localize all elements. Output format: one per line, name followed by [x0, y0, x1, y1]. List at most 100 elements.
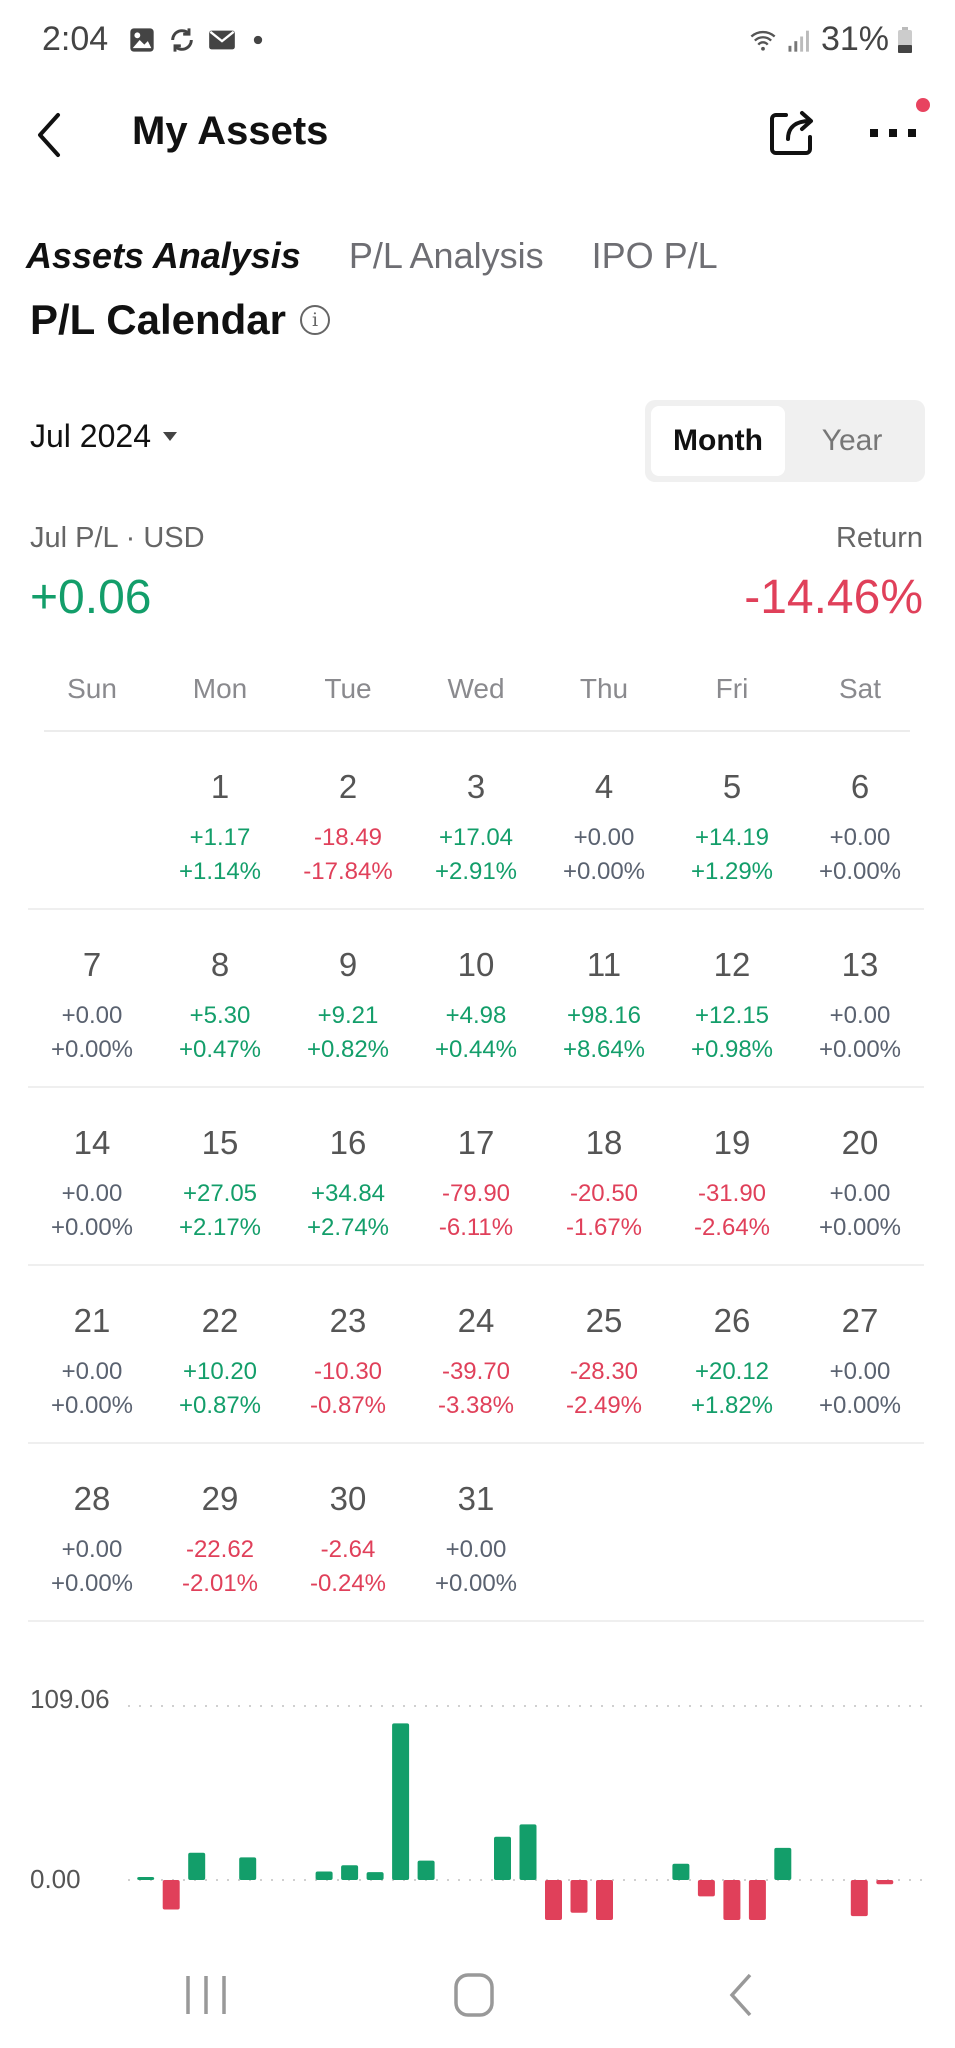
- chart-bar: [137, 1877, 155, 1880]
- day-pl-amount: -2.64: [320, 1536, 376, 1563]
- chart-bar: [545, 1880, 562, 1920]
- day-pl-percent: +0.00%: [50, 1214, 134, 1241]
- day-number: 9: [338, 946, 358, 983]
- calendar-day-cell[interactable]: 9 +9.21 +0.82%: [284, 910, 412, 1086]
- weekday-sat: Sat: [838, 673, 882, 704]
- calendar-day-cell[interactable]: 31 +0.00 +0.00%: [412, 1444, 540, 1620]
- more-icon[interactable]: [866, 113, 920, 153]
- day-pl-percent: +1.82%: [690, 1392, 774, 1419]
- wifi-icon: [750, 30, 776, 51]
- day-pl-percent: +1.14%: [178, 858, 262, 885]
- calendar-day-cell[interactable]: 14 +0.00 +0.00%: [28, 1088, 156, 1264]
- day-number: 24: [457, 1302, 495, 1339]
- day-number: 13: [841, 946, 879, 983]
- tab-bar: Assets Analysis P/L Analysis IPO P/L: [24, 235, 718, 291]
- tab-ipo-pl[interactable]: IPO P/L: [592, 235, 718, 285]
- share-icon[interactable]: [766, 105, 820, 159]
- day-number: 26: [713, 1302, 751, 1339]
- calendar-day-cell[interactable]: 28 +0.00 +0.00%: [28, 1444, 156, 1620]
- status-time: 2:04: [42, 20, 109, 58]
- day-number: 1: [210, 768, 230, 805]
- calendar-day-cell[interactable]: 10 +4.98 +0.44%: [412, 910, 540, 1086]
- calendar-day-cell[interactable]: 3 +17.04 +2.91%: [412, 732, 540, 908]
- day-pl-amount: +1.17: [189, 824, 251, 851]
- calendar-day-cell[interactable]: 12 +12.15 +0.98%: [668, 910, 796, 1086]
- day-pl-percent: +0.00%: [50, 1036, 134, 1063]
- calendar-day-cell[interactable]: 24 -39.70 -3.38%: [412, 1266, 540, 1442]
- day-pl-amount: +4.98: [445, 1002, 507, 1029]
- day-pl-amount: -39.70: [441, 1358, 511, 1385]
- day-pl-amount: +27.05: [182, 1180, 258, 1207]
- calendar-day-cell[interactable]: 8 +5.30 +0.47%: [156, 910, 284, 1086]
- month-selector[interactable]: Jul 2024: [30, 418, 177, 455]
- calendar-day-cell[interactable]: 16 +34.84 +2.74%: [284, 1088, 412, 1264]
- calendar-day-cell[interactable]: 21 +0.00 +0.00%: [28, 1266, 156, 1442]
- info-icon[interactable]: i: [299, 305, 330, 335]
- status-icons-right: 31%: [749, 20, 913, 59]
- day-pl-percent: +0.00%: [434, 1570, 518, 1597]
- day-number: 19: [713, 1124, 751, 1161]
- day-pl-amount: -20.50: [569, 1180, 639, 1207]
- day-pl-percent: +0.00%: [50, 1570, 134, 1597]
- calendar-day-cell[interactable]: 4 +0.00 +0.00%: [540, 732, 668, 908]
- weekday-sun: Sun: [67, 673, 117, 704]
- chart-bar: [315, 1871, 333, 1880]
- gallery-icon: [130, 28, 154, 52]
- calendar-day-cell[interactable]: 22 +10.20 +0.87%: [156, 1266, 284, 1442]
- home-icon[interactable]: [444, 1970, 504, 2020]
- year-toggle-button[interactable]: Year: [785, 406, 919, 476]
- calendar-day-cell[interactable]: 19 -31.90 -2.64%: [668, 1088, 796, 1264]
- calendar-week-row: 14 +0.00 +0.00% 15 +27.05 +2.17% 16 +34.84 +2.74…: [28, 1088, 924, 1266]
- month-toggle-button[interactable]: Month: [651, 406, 785, 476]
- calendar-day-cell[interactable]: 17 -79.90 -6.11%: [412, 1088, 540, 1264]
- caret-down-icon: [162, 432, 177, 441]
- pl-value: +0.06: [30, 571, 152, 624]
- day-pl-amount: +0.00: [829, 1002, 891, 1029]
- calendar-day-cell[interactable]: 27 +0.00 +0.00%: [796, 1266, 924, 1442]
- calendar-day-cell[interactable]: 1 +1.17 +1.14%: [156, 732, 284, 908]
- nav-back-icon[interactable]: [712, 1970, 772, 2020]
- calendar-day-cell[interactable]: 23 -10.30 -0.87%: [284, 1266, 412, 1442]
- calendar-day-cell[interactable]: 2 -18.49 -17.84%: [284, 732, 412, 908]
- app-header: My Assets: [0, 95, 955, 175]
- weekday-fri: Fri: [715, 673, 749, 704]
- tab-assets-analysis[interactable]: Assets Analysis: [24, 235, 301, 291]
- day-number: 20: [841, 1124, 879, 1161]
- calendar-day-cell[interactable]: 30 -2.64 -0.24%: [284, 1444, 412, 1620]
- calendar-day-cell[interactable]: 26 +20.12 +1.82%: [668, 1266, 796, 1442]
- day-number: 29: [201, 1480, 239, 1517]
- back-chevron-icon[interactable]: [28, 107, 78, 163]
- day-pl-percent: +1.29%: [690, 858, 774, 885]
- calendar-day-cell[interactable]: 11 +98.16 +8.64%: [540, 910, 668, 1086]
- section-title: P/L Calendar i: [30, 296, 330, 344]
- day-pl-percent: +0.82%: [306, 1036, 390, 1063]
- day-number: 17: [457, 1124, 495, 1161]
- day-pl-percent: +2.74%: [306, 1214, 390, 1241]
- status-icons-left: [128, 26, 268, 54]
- calendar-day-cell[interactable]: 20 +0.00 +0.00%: [796, 1088, 924, 1264]
- day-pl-amount: +98.16: [566, 1002, 642, 1029]
- chart-bar: [876, 1880, 894, 1885]
- calendar-week-row: 7 +0.00 +0.00% 8 +5.30 +0.47% 9 +9.21 +0.82% 10 +4…: [28, 910, 924, 1088]
- chart-bar: [239, 1857, 257, 1880]
- day-pl-amount: +17.04: [438, 824, 514, 851]
- calendar-day-cell[interactable]: 5 +14.19 +1.29%: [668, 732, 796, 908]
- calendar-day-cell[interactable]: 29 -22.62 -2.01%: [156, 1444, 284, 1620]
- calendar-empty-cell: [796, 1444, 924, 1620]
- calendar-day-cell[interactable]: 7 +0.00 +0.00%: [28, 910, 156, 1086]
- calendar-day-cell[interactable]: 6 +0.00 +0.00%: [796, 732, 924, 908]
- day-pl-amount: -10.30: [313, 1358, 383, 1385]
- calendar-day-cell[interactable]: 15 +27.05 +2.17%: [156, 1088, 284, 1264]
- recents-icon[interactable]: [176, 1970, 236, 2020]
- calendar-empty-cell: [668, 1444, 796, 1620]
- calendar-day-cell[interactable]: 18 -20.50 -1.67%: [540, 1088, 668, 1264]
- day-pl-percent: -3.38%: [437, 1392, 515, 1419]
- day-number: 11: [586, 946, 622, 983]
- calendar-day-cell[interactable]: 25 -28.30 -2.49%: [540, 1266, 668, 1442]
- calendar-day-cell[interactable]: 13 +0.00 +0.00%: [796, 910, 924, 1086]
- day-number: 28: [73, 1480, 111, 1517]
- day-number: 30: [329, 1480, 367, 1517]
- day-pl-amount: -28.30: [569, 1358, 639, 1385]
- tab-pl-analysis[interactable]: P/L Analysis: [349, 235, 544, 285]
- day-number: 8: [210, 946, 230, 983]
